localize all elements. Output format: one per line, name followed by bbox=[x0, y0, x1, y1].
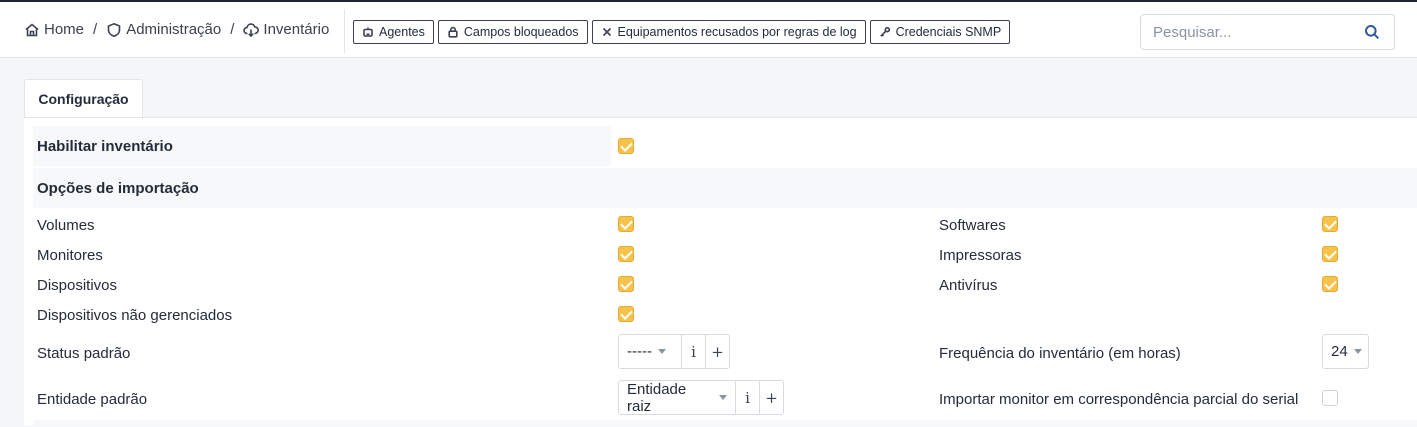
partial-serial-label: Importar monitor em correspondência parc… bbox=[939, 391, 1299, 408]
devices-label: Dispositivos bbox=[37, 277, 118, 294]
breadcrumb-separator: / bbox=[230, 21, 235, 38]
printers-label: Impressoras bbox=[939, 247, 1022, 264]
snmp-credentials-button[interactable]: Credenciais SNMP bbox=[869, 20, 1011, 44]
breadcrumb-label: Home bbox=[44, 21, 85, 38]
enable-inventory-checkbox[interactable] bbox=[618, 138, 634, 154]
home-icon bbox=[25, 22, 39, 36]
breadcrumb-inventory[interactable]: Inventário bbox=[243, 21, 329, 38]
softwares-label: Softwares bbox=[939, 217, 1006, 234]
tab-label: Configuração bbox=[38, 91, 129, 107]
cloud-download-icon bbox=[243, 22, 260, 37]
inventory-frequency-label: Frequência do inventário (em horas) bbox=[939, 345, 1181, 362]
default-status-select[interactable]: ----- bbox=[619, 335, 681, 368]
top-header: Home / Administração / Inventário Agente… bbox=[0, 0, 1417, 58]
add-button[interactable]: + bbox=[705, 335, 729, 368]
search-icon[interactable] bbox=[1364, 24, 1380, 40]
configuration-panel: Habilitar inventário Opções de importaçã… bbox=[24, 117, 1417, 427]
chevron-down-icon bbox=[657, 349, 666, 354]
softwares-checkbox[interactable] bbox=[1322, 216, 1338, 232]
inventory-frequency-select[interactable]: 24 bbox=[1323, 335, 1370, 368]
import-options-band bbox=[33, 168, 1417, 208]
robot-icon bbox=[363, 27, 373, 37]
unmanaged-devices-label: Dispositivos não gerenciados bbox=[37, 307, 233, 324]
tab-configuration[interactable]: Configuração bbox=[24, 79, 143, 118]
antivirus-label: Antivírus bbox=[939, 277, 998, 294]
agents-label: Agentes bbox=[379, 25, 425, 39]
breadcrumb: Home / Administração / Inventário bbox=[24, 21, 329, 38]
default-status-group: ----- i + bbox=[618, 334, 730, 369]
import-options-title: Opções de importação bbox=[37, 180, 199, 197]
breadcrumb-home[interactable]: Home bbox=[24, 21, 84, 38]
info-button[interactable]: i bbox=[735, 381, 759, 414]
lock-icon bbox=[448, 26, 458, 38]
chevron-down-icon bbox=[1353, 349, 1362, 354]
volumes-label: Volumes bbox=[37, 217, 95, 234]
add-button[interactable]: + bbox=[759, 381, 783, 414]
default-entity-select[interactable]: Entidade raiz bbox=[619, 380, 735, 415]
locked-fields-label: Campos bloqueados bbox=[463, 25, 579, 39]
breadcrumb-label: Administração bbox=[126, 21, 222, 38]
default-entity-label: Entidade padrão bbox=[37, 391, 148, 408]
printers-checkbox[interactable] bbox=[1322, 246, 1338, 262]
inventory-toolbar: Agentes Campos bloqueados Equipamentos r… bbox=[353, 20, 1014, 44]
devices-checkbox[interactable] bbox=[618, 276, 634, 292]
info-button[interactable]: i bbox=[681, 335, 705, 368]
search-box bbox=[1140, 14, 1395, 50]
locked-fields-button[interactable]: Campos bloqueados bbox=[437, 20, 588, 44]
search-input[interactable] bbox=[1141, 15, 1356, 49]
breadcrumb-label: Inventário bbox=[263, 21, 330, 38]
breadcrumb-administration[interactable]: Administração bbox=[106, 21, 221, 38]
volumes-checkbox[interactable] bbox=[618, 216, 634, 232]
unmanaged-devices-checkbox[interactable] bbox=[618, 306, 634, 322]
antivirus-checkbox[interactable] bbox=[1322, 276, 1338, 292]
default-entity-group: Entidade raiz i + bbox=[618, 380, 784, 415]
enable-inventory-label: Habilitar inventário bbox=[37, 138, 173, 155]
default-entity-value: Entidade raiz bbox=[627, 380, 687, 415]
partial-serial-checkbox[interactable] bbox=[1322, 390, 1338, 406]
breadcrumb-separator: / bbox=[93, 21, 98, 38]
inventory-frequency-group: 24 bbox=[1322, 334, 1369, 369]
refused-equipment-label: Equipamentos recusados por regras de log bbox=[617, 25, 857, 39]
refused-equipment-button[interactable]: Equipamentos recusados por regras de log bbox=[591, 20, 866, 44]
default-status-label: Status padrão bbox=[37, 345, 131, 362]
snmp-credentials-label: Credenciais SNMP bbox=[895, 25, 1002, 39]
header-divider bbox=[344, 9, 345, 53]
shield-icon bbox=[107, 22, 121, 37]
monitors-checkbox[interactable] bbox=[618, 246, 634, 262]
chevron-down-icon bbox=[719, 395, 727, 400]
inventory-frequency-value: 24 bbox=[1331, 343, 1348, 360]
monitors-label: Monitores bbox=[37, 247, 103, 264]
agents-button[interactable]: Agentes bbox=[353, 20, 434, 44]
default-status-value: ----- bbox=[627, 343, 652, 360]
key-icon bbox=[879, 26, 890, 37]
close-icon bbox=[602, 27, 611, 37]
